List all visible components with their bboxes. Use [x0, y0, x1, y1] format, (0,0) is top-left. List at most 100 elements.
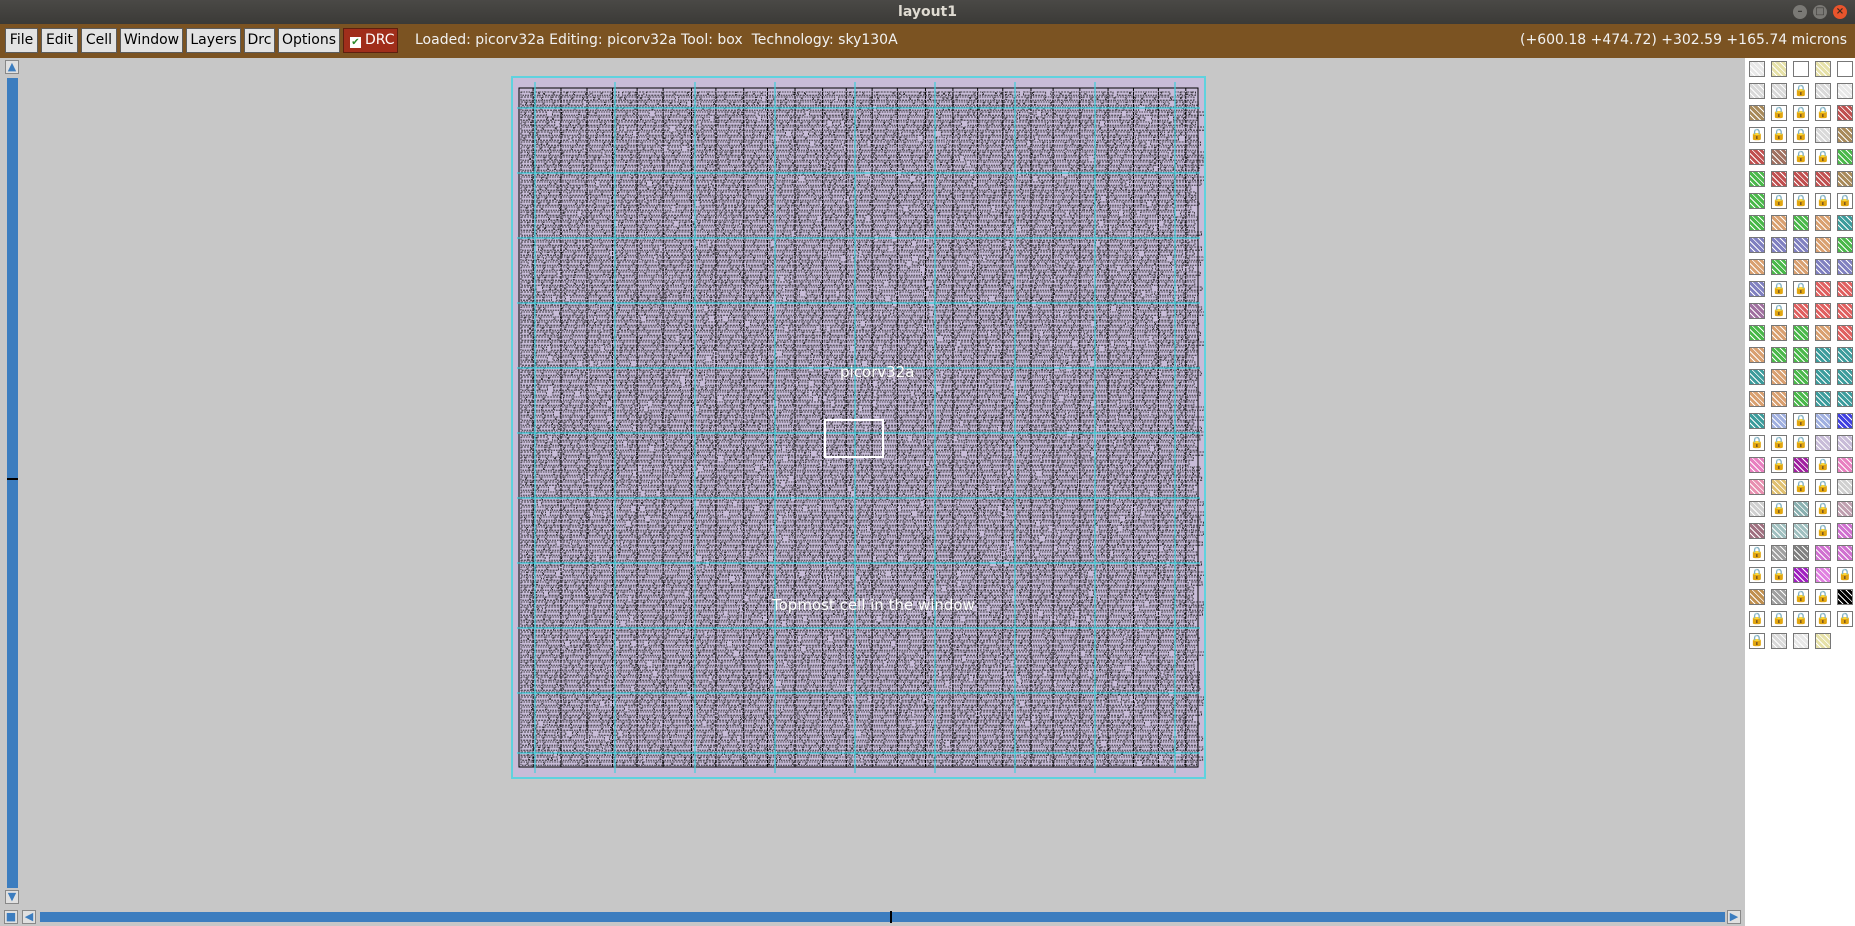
layer-swatch[interactable] [1749, 281, 1765, 297]
layer-swatch[interactable] [1837, 523, 1853, 539]
layer-swatch[interactable] [1749, 303, 1765, 319]
layer-swatch[interactable] [1815, 259, 1831, 275]
layer-lock-icon[interactable]: 🔒 [1793, 193, 1809, 209]
minimize-icon[interactable]: – [1793, 5, 1807, 19]
maximize-icon[interactable]: □ [1813, 5, 1827, 19]
layer-lock-icon[interactable]: 🔒 [1749, 435, 1765, 451]
layer-swatch[interactable] [1837, 61, 1853, 77]
layer-swatch[interactable] [1815, 237, 1831, 253]
vertical-scroll-track[interactable] [7, 78, 18, 888]
layer-swatch[interactable] [1837, 149, 1853, 165]
layer-swatch[interactable] [1837, 347, 1853, 363]
layer-swatch[interactable] [1837, 435, 1853, 451]
scroll-down-icon[interactable]: ▼ [5, 890, 19, 904]
layer-lock-icon[interactable]: 🔒 [1815, 589, 1831, 605]
close-icon[interactable]: × [1833, 5, 1847, 19]
layer-swatch[interactable] [1749, 413, 1765, 429]
layer-swatch[interactable] [1749, 589, 1765, 605]
menu-cell[interactable]: Cell [81, 28, 117, 53]
layer-swatch[interactable] [1837, 281, 1853, 297]
layer-swatch[interactable] [1771, 523, 1787, 539]
layer-lock-icon[interactable]: 🔒 [1771, 303, 1787, 319]
scroll-up-icon[interactable]: ▲ [5, 60, 19, 74]
layer-swatch[interactable] [1815, 435, 1831, 451]
selection-box[interactable] [824, 419, 884, 458]
layer-swatch[interactable] [1837, 413, 1853, 429]
layer-lock-icon[interactable]: 🔒 [1793, 127, 1809, 143]
layer-swatch[interactable] [1837, 171, 1853, 187]
layer-swatch[interactable] [1793, 325, 1809, 341]
layer-lock-icon[interactable]: 🔒 [1771, 567, 1787, 583]
menu-drc[interactable]: Drc [244, 28, 275, 53]
layer-swatch[interactable] [1749, 369, 1765, 385]
layer-swatch[interactable] [1771, 149, 1787, 165]
layer-lock-icon[interactable]: 🔒 [1771, 435, 1787, 451]
layer-swatch[interactable] [1815, 303, 1831, 319]
layer-lock-icon[interactable]: 🔒 [1749, 567, 1765, 583]
layer-lock-icon[interactable]: 🔒 [1815, 457, 1831, 473]
menu-edit[interactable]: Edit [41, 28, 78, 53]
vertical-scroll-thumb[interactable] [7, 478, 18, 480]
menu-file[interactable]: File [5, 28, 38, 53]
layer-swatch[interactable] [1771, 325, 1787, 341]
menu-layers[interactable]: Layers [186, 28, 241, 53]
layer-lock-icon[interactable]: 🔒 [1815, 501, 1831, 517]
layer-swatch[interactable] [1749, 347, 1765, 363]
layer-swatch[interactable] [1837, 501, 1853, 517]
layer-swatch[interactable] [1837, 369, 1853, 385]
layer-swatch[interactable] [1793, 457, 1809, 473]
layer-swatch[interactable] [1815, 325, 1831, 341]
layer-lock-icon[interactable]: 🔒 [1793, 149, 1809, 165]
layer-swatch[interactable] [1837, 479, 1853, 495]
layer-swatch[interactable] [1771, 259, 1787, 275]
layer-swatch[interactable] [1793, 347, 1809, 363]
layer-swatch[interactable] [1771, 391, 1787, 407]
layer-lock-icon[interactable]: 🔒 [1771, 501, 1787, 517]
layer-swatch[interactable] [1815, 171, 1831, 187]
layer-lock-icon[interactable]: 🔒 [1793, 281, 1809, 297]
layer-swatch[interactable] [1749, 61, 1765, 77]
drc-toggle-button[interactable]: ✔ DRC [343, 28, 398, 53]
layer-lock-icon[interactable]: 🔒 [1749, 611, 1765, 627]
layer-lock-icon[interactable]: 🔒 [1815, 193, 1831, 209]
layer-swatch[interactable] [1749, 105, 1765, 121]
layer-swatch[interactable] [1837, 127, 1853, 143]
layer-swatch[interactable] [1793, 523, 1809, 539]
layer-swatch[interactable] [1749, 391, 1765, 407]
layer-swatch[interactable] [1793, 215, 1809, 231]
layer-swatch[interactable] [1749, 237, 1765, 253]
layer-swatch[interactable] [1815, 413, 1831, 429]
layer-swatch[interactable] [1837, 83, 1853, 99]
layer-lock-icon[interactable]: 🔒 [1793, 611, 1809, 627]
layer-swatch[interactable] [1771, 237, 1787, 253]
layer-swatch[interactable] [1749, 259, 1765, 275]
layer-lock-icon[interactable]: 🔒 [1815, 105, 1831, 121]
layer-lock-icon[interactable]: 🔒 [1771, 127, 1787, 143]
layer-lock-icon[interactable]: 🔒 [1837, 611, 1853, 627]
layer-swatch[interactable] [1793, 369, 1809, 385]
layer-swatch[interactable] [1793, 237, 1809, 253]
layer-swatch[interactable] [1837, 237, 1853, 253]
layer-swatch[interactable] [1771, 83, 1787, 99]
layer-lock-icon[interactable]: 🔒 [1771, 193, 1787, 209]
layer-swatch[interactable] [1749, 215, 1765, 231]
layer-swatch[interactable] [1771, 479, 1787, 495]
layer-lock-icon[interactable]: 🔒 [1815, 149, 1831, 165]
layer-swatch[interactable] [1793, 303, 1809, 319]
layer-swatch[interactable] [1771, 61, 1787, 77]
layer-swatch[interactable] [1749, 479, 1765, 495]
layer-lock-icon[interactable]: 🔒 [1771, 105, 1787, 121]
layer-swatch[interactable] [1837, 457, 1853, 473]
layer-lock-icon[interactable]: 🔒 [1771, 611, 1787, 627]
layer-swatch[interactable] [1837, 105, 1853, 121]
menu-window[interactable]: Window [120, 28, 183, 53]
layer-lock-icon[interactable]: 🔒 [1837, 193, 1853, 209]
layer-swatch[interactable] [1815, 633, 1831, 649]
layer-lock-icon[interactable]: 🔒 [1771, 281, 1787, 297]
vertical-scrollbar[interactable]: ▲ ▼ [0, 58, 22, 908]
scroll-left-icon[interactable]: ◀ [22, 910, 36, 924]
layer-swatch[interactable] [1793, 61, 1809, 77]
layer-lock-icon[interactable]: 🔒 [1793, 589, 1809, 605]
layer-swatch[interactable] [1793, 567, 1809, 583]
layer-swatch[interactable] [1815, 545, 1831, 561]
